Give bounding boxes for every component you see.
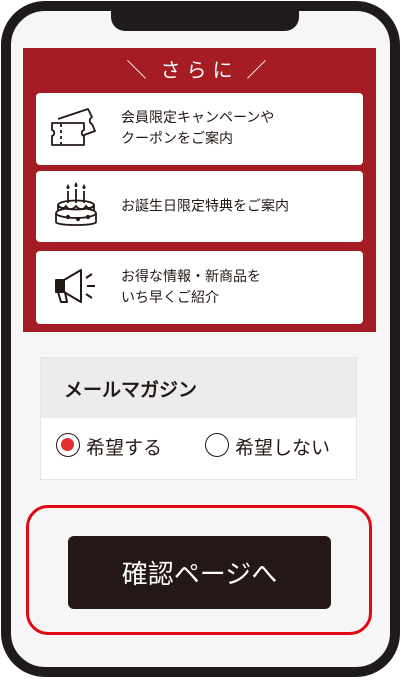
ticket-coupon-icon: [48, 103, 104, 155]
phone-mockup: ＼ さらに ／ 会員限定キャンペーンや クーポンをご案内 お誕生日限定特典をご案内…: [0, 0, 403, 680]
birthday-cake-icon: [48, 179, 104, 235]
radio-dot: [61, 438, 74, 451]
benefit-card-birthday-text: お誕生日限定特典をご案内: [121, 198, 289, 214]
newsletter-box: メールマガジン 希望する 希望しない: [40, 357, 357, 480]
benefit-card-coupon: 会員限定キャンペーンや クーポンをご案内: [36, 93, 363, 165]
benefit-card-coupon-text: 会員限定キャンペーンや クーポンをご案内: [121, 110, 275, 147]
newsletter-title: メールマガジン: [64, 379, 198, 401]
newsletter-opt-in-label[interactable]: 希望する: [86, 433, 162, 460]
benefits-heading: ＼ さらに ／: [23, 54, 376, 83]
benefit-card-news-text: お得な情報・新商品を いち早くご紹介: [121, 268, 261, 306]
megaphone-icon: [48, 262, 104, 314]
confirm-page-button[interactable]: 確認ページへ: [68, 536, 331, 609]
newsletter-opt-in-option[interactable]: 希望する: [56, 432, 186, 460]
benefit-card-news: お得な情報・新商品を いち早くご紹介: [36, 251, 363, 324]
radio-unselected-icon[interactable]: [205, 433, 229, 457]
newsletter-opt-out-label[interactable]: 希望しない: [235, 433, 330, 460]
screen: ＼ さらに ／ 会員限定キャンペーンや クーポンをご案内 お誕生日限定特典をご案内…: [0, 0, 403, 680]
newsletter-header: メールマガジン: [41, 358, 356, 418]
benefit-card-birthday: お誕生日限定特典をご案内: [36, 171, 363, 242]
benefits-heading-text: さらに: [160, 58, 239, 82]
newsletter-opt-out-option[interactable]: 希望しない: [205, 432, 345, 460]
heading-right-slash: ／: [246, 58, 273, 82]
heading-left-slash: ＼: [126, 58, 153, 82]
benefits-panel: ＼ さらに ／ 会員限定キャンペーンや クーポンをご案内 お誕生日限定特典をご案内…: [23, 48, 376, 332]
radio-selected-icon[interactable]: [56, 433, 80, 457]
